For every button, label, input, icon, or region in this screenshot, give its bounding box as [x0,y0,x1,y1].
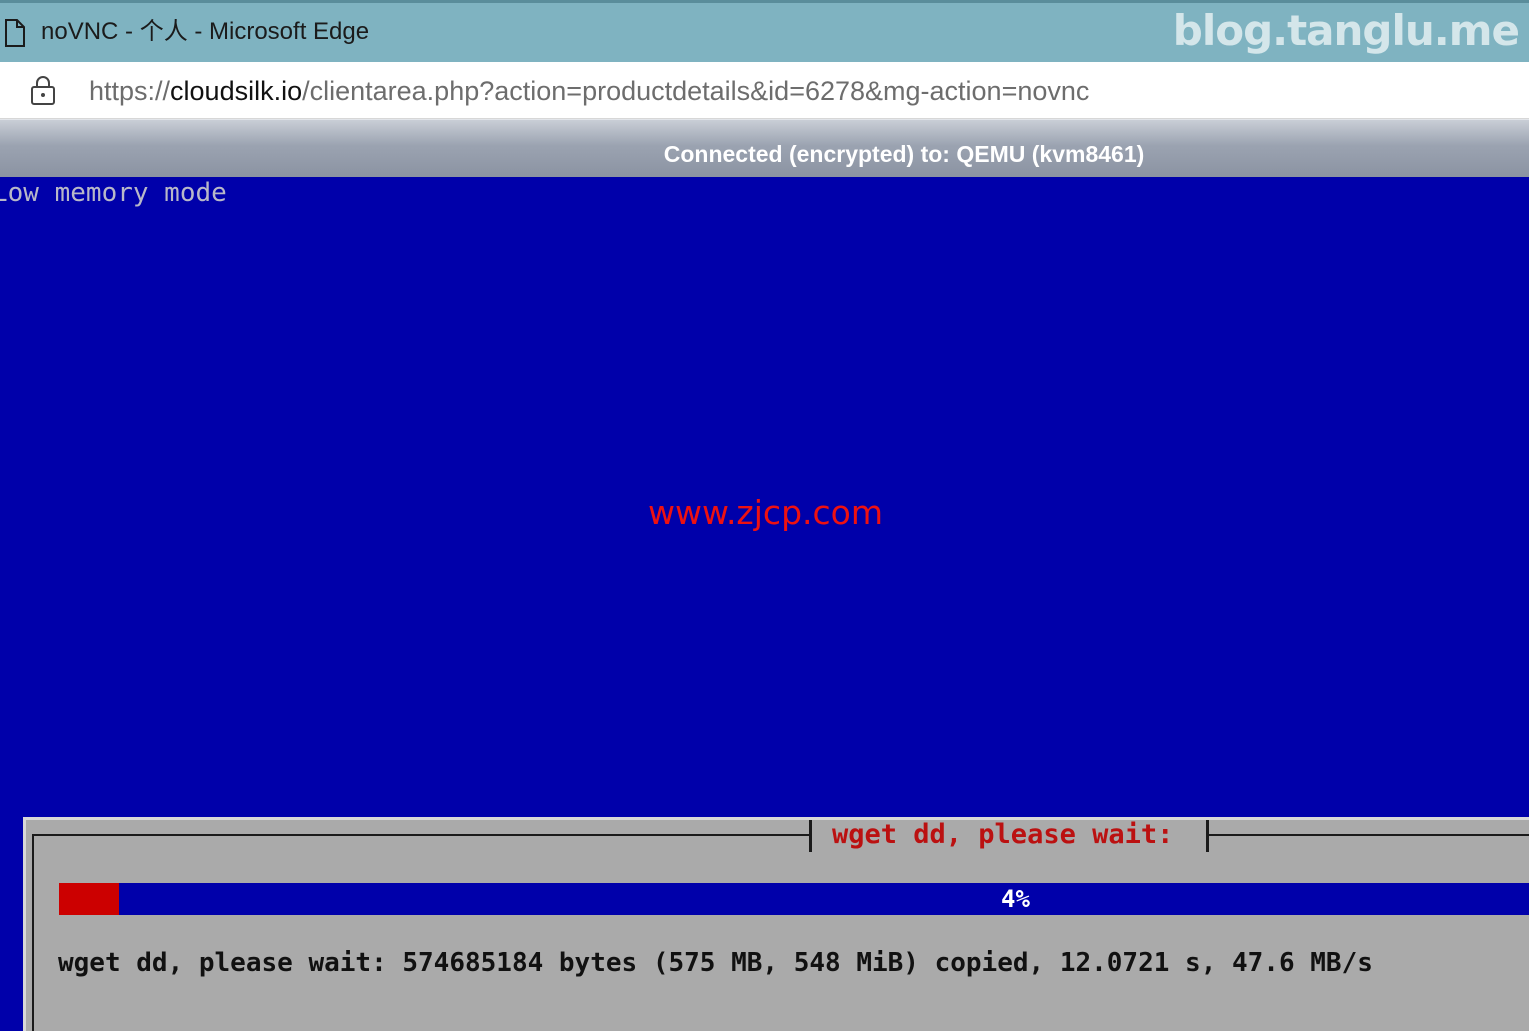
progress-dialog: wget dd, please wait: 4% wget dd, please… [23,817,1529,1031]
site-watermark: www.zjcp.com [648,493,883,532]
window-title: noVNC - 个人 - Microsoft Edge [41,18,370,45]
dialog-title-box: wget dd, please wait: [809,820,1209,852]
dialog-frame: wget dd, please wait: 4% wget dd, please… [32,820,1529,1031]
url-prefix: https:// [89,76,171,106]
progress-bar: 4% [59,883,1529,915]
lock-icon[interactable] [30,74,56,106]
vnc-connection-status: Connected (encrypted) to: QEMU (kvm8461) [663,141,1145,167]
url-domain: cloudsilk.io [170,76,303,106]
browser-title-bar: noVNC - 个人 - Microsoft Edge blog.tanglu.… [0,0,1529,62]
progress-bar-fill [59,883,119,915]
url-text[interactable]: https://cloudsilk.io/clientarea.php?acti… [89,74,1089,108]
dialog-title: wget dd, please wait: [832,819,1174,850]
vnc-screen[interactable]: Low memory mode www.zjcp.com wget dd, pl… [0,177,1529,1031]
blog-watermark: blog.tanglu.me [1172,6,1520,55]
dialog-message: wget dd, please wait: 574685184 bytes (5… [58,948,1373,978]
page-icon [5,19,25,47]
progress-percent-label: 4% [1001,885,1030,913]
vnc-status-bar: Connected (encrypted) to: QEMU (kvm8461) [0,119,1529,177]
console-text: Low memory mode [0,178,227,208]
url-path: /clientarea.php?action=productdetails&id… [302,76,1090,106]
address-bar[interactable]: https://cloudsilk.io/clientarea.php?acti… [0,62,1529,119]
